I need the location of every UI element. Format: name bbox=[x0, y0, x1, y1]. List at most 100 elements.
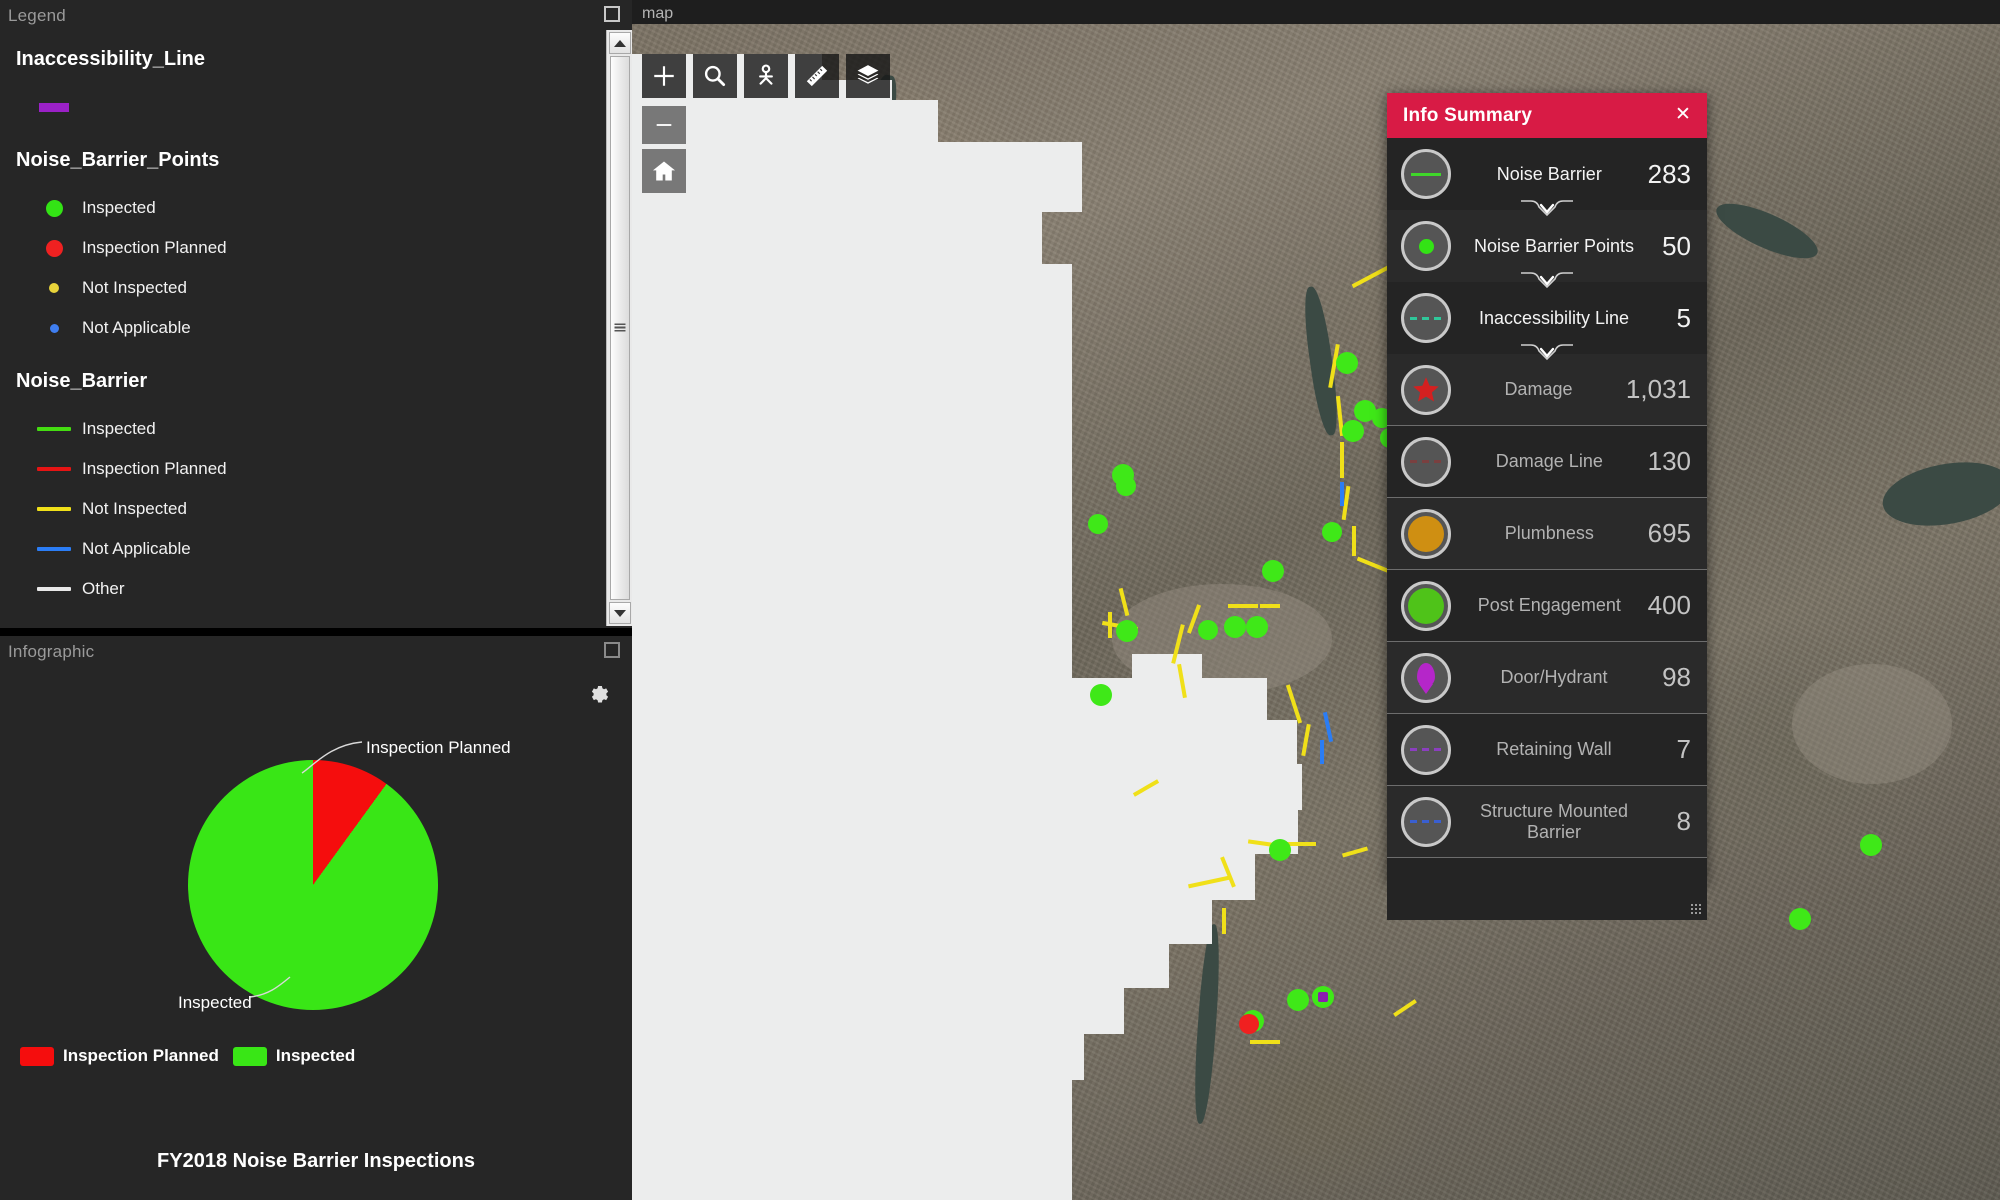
pin-symbol-icon bbox=[1401, 652, 1451, 703]
pie-label-inspected: Inspected bbox=[178, 993, 252, 1012]
restore-window-icon[interactable] bbox=[604, 642, 620, 658]
pie-chart bbox=[188, 760, 438, 1010]
info-summary-row-value: 695 bbox=[1647, 518, 1691, 548]
map-point-inspected[interactable] bbox=[1322, 522, 1342, 542]
info-summary-row-label: Noise Barrier Points bbox=[1473, 235, 1635, 256]
search-icon[interactable] bbox=[693, 54, 737, 98]
map-point-inspected[interactable] bbox=[1342, 420, 1364, 442]
map-point-inspected[interactable] bbox=[1262, 560, 1284, 582]
map-barrier-line bbox=[1260, 604, 1280, 608]
home-icon[interactable] bbox=[642, 149, 686, 193]
legend-item-label: Inspection Planned bbox=[82, 459, 227, 478]
info-summary-row-label: Noise Barrier bbox=[1496, 163, 1602, 184]
info-summary-row[interactable]: Noise Barrier 283 bbox=[1387, 138, 1707, 217]
legend-item-label: Inspection Planned bbox=[82, 238, 227, 257]
map-barrier-line-na bbox=[1320, 740, 1324, 764]
map-point-inspected[interactable] bbox=[1116, 620, 1138, 642]
line-symbol-icon bbox=[1401, 149, 1451, 199]
legend-point-symbol bbox=[45, 199, 63, 217]
info-summary-row-value: 98 bbox=[1662, 662, 1691, 692]
map-nodata-mask bbox=[1132, 654, 1202, 684]
info-summary-row-value: 1,031 bbox=[1625, 374, 1691, 404]
legend-item-label: Not Inspected bbox=[82, 499, 187, 518]
legend-content: Inaccessibility_Line Noise_Barrier_Points… bbox=[0, 30, 604, 628]
map-point-inspected[interactable] bbox=[1336, 352, 1358, 374]
chart-legend-item: Inspection Planned bbox=[20, 1046, 219, 1066]
legend-item: Other bbox=[16, 569, 604, 609]
chart-legend-label: Inspection Planned bbox=[63, 1046, 219, 1065]
legend-item-label: Inspected bbox=[82, 198, 156, 217]
legend-line-symbol bbox=[37, 427, 71, 431]
gear-icon[interactable] bbox=[588, 684, 612, 708]
zoom-out-button[interactable] bbox=[642, 106, 686, 144]
map-nodata-mask bbox=[890, 100, 938, 144]
chevron-down-icon[interactable] bbox=[1521, 344, 1573, 366]
pie-chart-slices bbox=[188, 760, 438, 1010]
legend-item-label: Not Inspected bbox=[82, 278, 187, 297]
map-canvas[interactable] bbox=[632, 24, 2000, 1200]
scroll-up-arrow-icon[interactable] bbox=[609, 32, 631, 54]
legend-scrollbar[interactable] bbox=[606, 30, 632, 626]
map-point-inspected[interactable] bbox=[1789, 908, 1811, 930]
map-panel: map Info Summary ✕ Noise Barrier 283 Noi… bbox=[632, 0, 2000, 1200]
legend-item: Not Applicable bbox=[16, 529, 604, 569]
scroll-down-arrow-icon[interactable] bbox=[609, 602, 631, 624]
info-summary-row-value: 7 bbox=[1676, 734, 1691, 764]
location-person-icon[interactable] bbox=[744, 54, 788, 98]
map-point-inspected[interactable] bbox=[1287, 989, 1309, 1011]
map-point-inspected[interactable] bbox=[1224, 616, 1246, 638]
dashed-line-symbol-icon bbox=[1401, 724, 1451, 775]
map-barrier-line bbox=[1228, 604, 1258, 608]
info-summary-row[interactable]: Post Engagement 400 bbox=[1387, 570, 1707, 642]
filled-circle-symbol-icon bbox=[1401, 508, 1451, 559]
info-summary-row[interactable]: Structure Mounted Barrier 8 bbox=[1387, 786, 1707, 858]
info-summary-row-value: 5 bbox=[1676, 302, 1691, 333]
info-summary-row-value: 8 bbox=[1676, 806, 1691, 836]
legend-line-symbol bbox=[37, 547, 71, 551]
map-point-inspected[interactable] bbox=[1269, 839, 1291, 861]
dashed-line-symbol-icon bbox=[1401, 293, 1451, 343]
info-summary-row[interactable]: Door/Hydrant 98 bbox=[1387, 642, 1707, 714]
legend-item: Not Applicable bbox=[16, 308, 604, 348]
info-summary-row-label: Door/Hydrant bbox=[1500, 667, 1608, 687]
chevron-down-icon[interactable] bbox=[1521, 200, 1573, 222]
scrollbar-thumb-grip[interactable] bbox=[610, 56, 630, 600]
map-point-inspected[interactable] bbox=[1090, 684, 1112, 706]
map-point-inspected[interactable] bbox=[1198, 620, 1218, 640]
info-summary-row[interactable]: Retaining Wall 7 bbox=[1387, 714, 1707, 786]
resize-grip-icon[interactable] bbox=[1690, 903, 1701, 914]
info-summary-row-value: 400 bbox=[1647, 590, 1691, 620]
info-summary-row-label: Damage Line bbox=[1495, 451, 1603, 471]
legend-panel: Legend Inaccessibility_Line Noise_Barrier… bbox=[0, 0, 632, 632]
legend-group-title: Noise_Barrier_Points bbox=[16, 149, 220, 171]
map-point-door-hydrant[interactable] bbox=[1318, 992, 1328, 1002]
map-nodata-mask bbox=[962, 142, 1082, 212]
map-point-inspection-planned[interactable] bbox=[1239, 1014, 1259, 1034]
map-nodata-mask bbox=[962, 212, 1042, 678]
restore-window-icon[interactable] bbox=[604, 6, 620, 22]
map-point-inspected[interactable] bbox=[1860, 834, 1882, 856]
legend-line-symbol bbox=[37, 587, 71, 591]
point-symbol-icon bbox=[1401, 221, 1451, 271]
left-panel-column: Legend Inaccessibility_Line Noise_Barrier… bbox=[0, 0, 632, 1200]
info-summary-row[interactable]: Damage Line 130 bbox=[1387, 426, 1707, 498]
dashed-line-symbol-icon bbox=[1401, 436, 1451, 487]
info-summary-row[interactable]: Plumbness 695 bbox=[1387, 498, 1707, 570]
legend-item: Inspected bbox=[16, 409, 604, 449]
map-toolbar[interactable] bbox=[642, 54, 890, 98]
legend-item: Inspection Planned bbox=[16, 449, 604, 489]
zoom-in-tool[interactable] bbox=[642, 54, 686, 98]
map-point-inspected[interactable] bbox=[1116, 476, 1136, 496]
map-zoom-controls[interactable] bbox=[642, 106, 686, 193]
layers-stack-icon[interactable] bbox=[846, 54, 890, 98]
info-summary-row-value: 130 bbox=[1647, 446, 1691, 476]
map-point-inspected[interactable] bbox=[1246, 616, 1268, 638]
ruler-icon[interactable] bbox=[795, 54, 839, 98]
legend-item: Not Inspected bbox=[16, 489, 604, 529]
info-summary-row-label: Structure Mounted Barrier bbox=[1479, 800, 1629, 842]
info-summary-widget[interactable]: Info Summary ✕ Noise Barrier 283 Noise Bar… bbox=[1387, 93, 1707, 920]
info-summary-row-label: Inaccessibility Line bbox=[1478, 307, 1630, 328]
map-point-inspected[interactable] bbox=[1088, 514, 1108, 534]
close-icon[interactable]: ✕ bbox=[1673, 105, 1693, 125]
chevron-down-icon[interactable] bbox=[1521, 272, 1573, 294]
